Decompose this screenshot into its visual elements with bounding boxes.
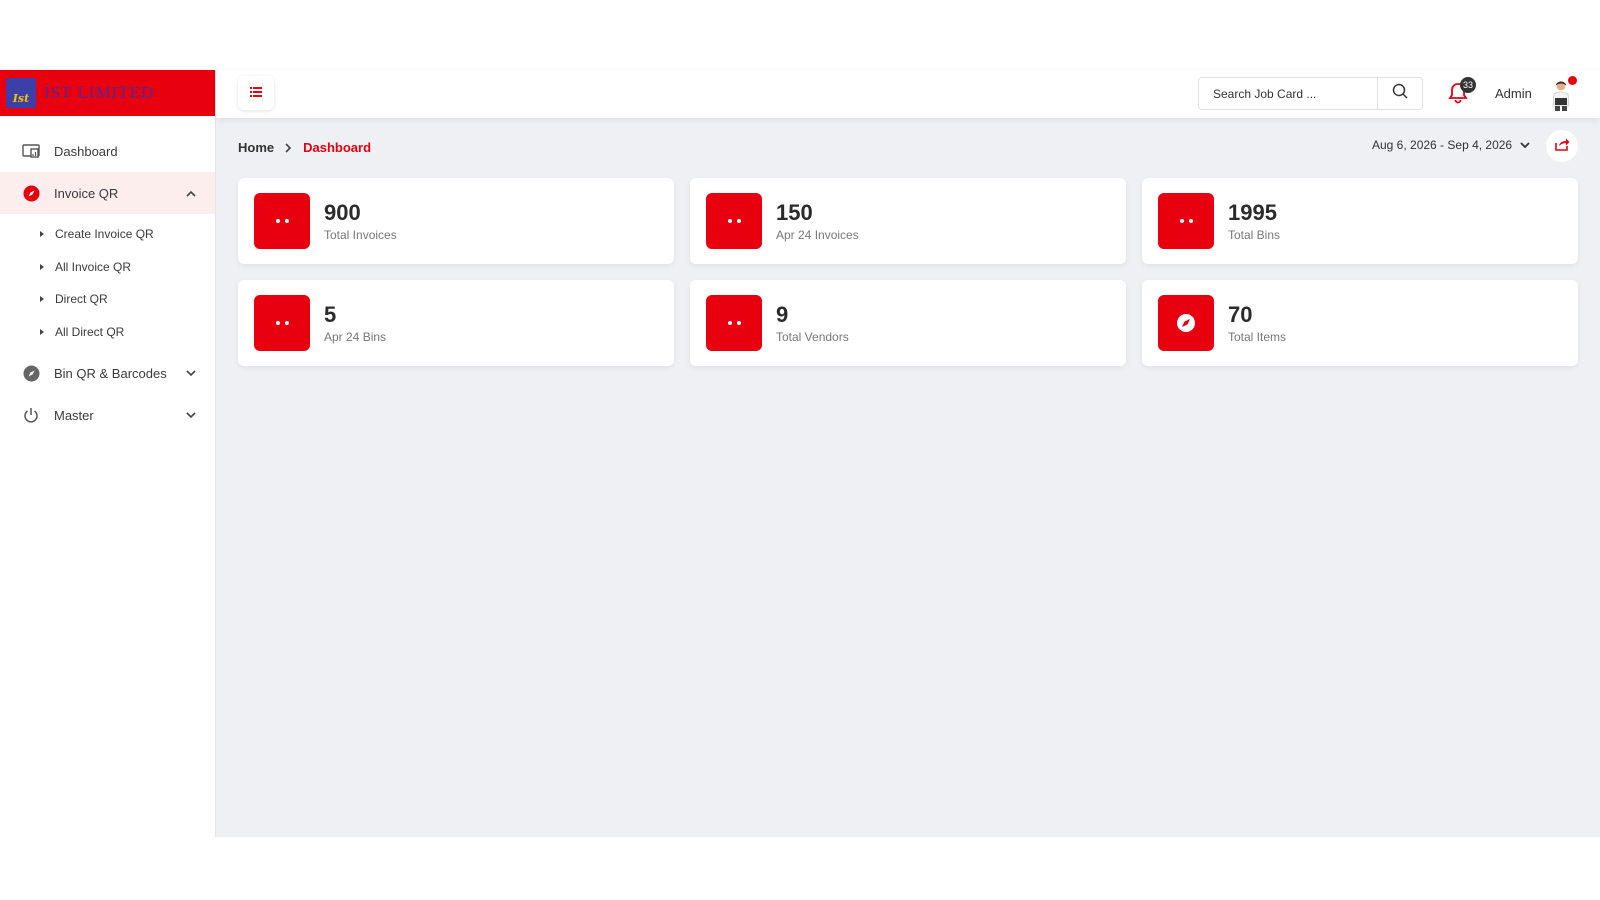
notifications-button[interactable]: 33 (1448, 77, 1476, 104)
caret-right-icon (40, 231, 44, 238)
breadcrumb: Home Dashboard (238, 140, 371, 155)
chevron-up-icon (185, 187, 197, 199)
sidebar-item-label: Dashboard (54, 143, 118, 159)
avatar[interactable] (1544, 76, 1577, 112)
stat-label: Total Invoices (324, 228, 397, 242)
dots-icon (706, 295, 762, 351)
breadcrumb-home[interactable]: Home (238, 140, 274, 155)
menu-toggle-button[interactable] (238, 76, 274, 110)
power-icon (22, 406, 40, 424)
sidebar: Ist IST LIMITED Dashboard Invoice QR Cre… (0, 70, 216, 837)
invoice-qr-submenu: Create Invoice QR All Invoice QR Direct … (0, 214, 215, 352)
stat-label: Total Vendors (776, 330, 849, 344)
stat-label: Apr 24 Invoices (776, 228, 859, 242)
user-name[interactable]: Admin (1495, 86, 1532, 101)
compass-icon (1158, 295, 1214, 351)
brand-name: IST LIMITED (44, 83, 155, 102)
search-button[interactable] (1377, 78, 1422, 109)
sidebar-subitem-all-invoice-qr[interactable]: All Invoice QR (0, 251, 215, 284)
sidebar-subitem-label: Create Invoice QR (55, 227, 154, 242)
compass-icon (22, 364, 40, 382)
bell-icon (1448, 83, 1468, 108)
stat-value: 1995 (1228, 200, 1277, 225)
chevron-down-icon (1520, 138, 1530, 152)
main-content: Home Dashboard Aug 6, 2026 - Sep 4, 2026… (216, 118, 1600, 837)
search-icon (1392, 83, 1408, 104)
caret-right-icon (40, 296, 44, 303)
sidebar-subitem-label: Direct QR (55, 292, 108, 307)
stat-value: 150 (776, 200, 813, 225)
caret-right-icon (40, 328, 44, 335)
sidebar-item-label: Master (54, 407, 94, 423)
notification-count-badge: 33 (1460, 77, 1476, 93)
sidebar-item-label: Invoice QR (54, 185, 119, 201)
sidebar-item-dashboard[interactable]: Dashboard (0, 130, 215, 172)
sidebar-item-invoice-qr[interactable]: Invoice QR (0, 172, 215, 214)
breadcrumb-current: Dashboard (303, 140, 372, 155)
sidebar-item-label: Bin QR & Barcodes (54, 365, 167, 381)
stat-card-apr-24-invoices[interactable]: 150 Apr 24 Invoices (690, 178, 1126, 264)
brand-logo-text: Ist (12, 92, 30, 105)
search-input[interactable] (1199, 78, 1377, 109)
stat-card-apr-24-bins[interactable]: 5 Apr 24 Bins (238, 280, 674, 366)
dots-icon (1158, 193, 1214, 249)
top-header: 33 Admin (216, 70, 1600, 118)
chevron-right-icon (285, 142, 292, 153)
chevron-down-icon (185, 367, 197, 379)
date-range-picker[interactable]: Aug 6, 2026 - Sep 4, 2026 (1372, 138, 1530, 152)
sidebar-subitem-create-invoice-qr[interactable]: Create Invoice QR (0, 218, 215, 251)
stat-card-total-bins[interactable]: 1995 Total Bins (1142, 178, 1578, 264)
chevron-down-icon (185, 409, 197, 421)
dots-icon (254, 193, 310, 249)
search-box (1198, 77, 1423, 110)
export-button[interactable] (1546, 130, 1578, 162)
sidebar-nav: Dashboard Invoice QR Create Invoice QR A… (0, 116, 215, 436)
dots-icon (706, 193, 762, 249)
stat-value: 900 (324, 200, 361, 225)
stat-card-total-invoices[interactable]: 900 Total Invoices (238, 178, 674, 264)
stat-label: Total Items (1228, 330, 1287, 344)
stat-value: 5 (324, 302, 337, 327)
stats-grid: 900 Total Invoices 150 Apr 24 Invoices 1… (238, 178, 1578, 366)
share-icon (1554, 137, 1570, 156)
dashboard-icon (22, 142, 40, 160)
stat-card-total-vendors[interactable]: 9 Total Vendors (690, 280, 1126, 366)
compass-icon (22, 184, 40, 202)
stat-card-total-items[interactable]: 70 Total Items (1142, 280, 1578, 366)
sidebar-subitem-all-direct-qr[interactable]: All Direct QR (0, 316, 215, 349)
stat-label: Apr 24 Bins (324, 330, 387, 344)
stat-label: Total Bins (1228, 228, 1281, 242)
sidebar-item-bin-qr-barcodes[interactable]: Bin QR & Barcodes (0, 352, 215, 394)
brand-logo: Ist (6, 78, 36, 108)
stat-value: 9 (776, 302, 789, 327)
app-shell: Ist IST LIMITED Dashboard Invoice QR Cre… (0, 70, 1600, 837)
date-range-label: Aug 6, 2026 - Sep 4, 2026 (1372, 138, 1513, 152)
stat-value: 70 (1228, 302, 1253, 327)
sidebar-item-master[interactable]: Master (0, 394, 215, 436)
list-icon (250, 84, 262, 102)
sidebar-subitem-label: All Direct QR (55, 324, 125, 339)
caret-right-icon (40, 263, 44, 270)
dots-icon (254, 295, 310, 351)
sidebar-subitem-direct-qr[interactable]: Direct QR (0, 283, 215, 316)
online-status-dot (1568, 76, 1577, 85)
brand-bar[interactable]: Ist IST LIMITED (0, 70, 215, 116)
sidebar-subitem-label: All Invoice QR (55, 259, 132, 274)
